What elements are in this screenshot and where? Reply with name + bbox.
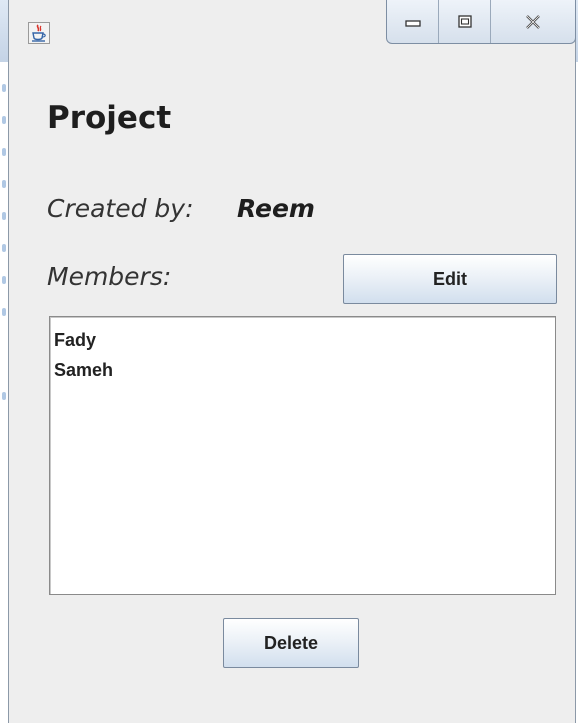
created-by-value: Reem <box>237 194 315 223</box>
members-label: Members: <box>47 262 172 291</box>
java-cup-icon-graphic <box>32 24 46 42</box>
blurred-dot <box>2 308 6 316</box>
close-button[interactable] <box>491 0 575 43</box>
java-cup-icon[interactable] <box>28 22 50 44</box>
blurred-dot <box>2 212 6 220</box>
blurred-dot <box>2 116 6 124</box>
delete-button[interactable]: Delete <box>223 618 359 668</box>
title-bar[interactable] <box>9 0 576 62</box>
page-title: Project <box>47 100 172 136</box>
blurred-dot <box>2 276 6 284</box>
blurred-dot <box>2 180 6 188</box>
edit-button[interactable]: Edit <box>343 254 557 304</box>
created-by-label: Created by: <box>47 194 194 223</box>
project-window: Project Created by: Reem Members: Edit F… <box>8 0 576 723</box>
close-icon <box>526 14 540 29</box>
window-controls <box>386 0 576 44</box>
members-list[interactable]: Fady Sameh <box>49 316 556 595</box>
blurred-dot <box>2 392 6 400</box>
minimize-icon <box>404 19 421 27</box>
maximize-icon <box>457 14 472 28</box>
background-edge <box>0 62 8 723</box>
maximize-button[interactable] <box>439 0 491 43</box>
list-item[interactable]: Fady <box>54 325 551 355</box>
blurred-dot <box>2 244 6 252</box>
blurred-dot <box>2 84 6 92</box>
list-item[interactable]: Sameh <box>54 355 551 385</box>
minimize-button[interactable] <box>387 0 439 43</box>
screen: Project Created by: Reem Members: Edit F… <box>0 0 578 723</box>
blurred-dot <box>2 148 6 156</box>
